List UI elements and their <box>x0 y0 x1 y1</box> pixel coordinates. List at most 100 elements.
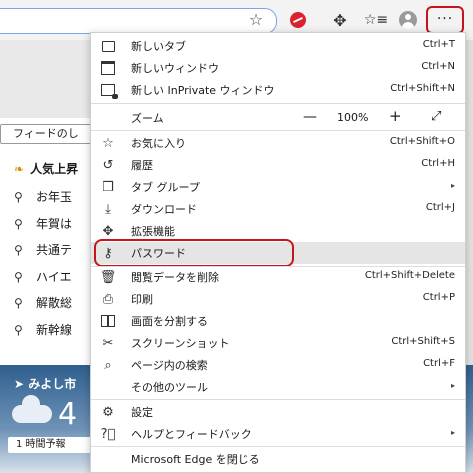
new-window-icon <box>99 59 117 77</box>
menu-item-new-window[interactable]: 新しいウィンドウ Ctrl+N <box>91 57 465 79</box>
red-shield-icon[interactable] <box>288 10 308 30</box>
menu-item-zoom: ズーム — 100% + ⤢ <box>91 105 465 129</box>
trending-search-item[interactable]: ⚲ ハイエ <box>14 268 94 295</box>
menu-item-label: 閲覧データを削除 <box>131 271 219 284</box>
menu-item-new-tab[interactable]: 新しいタブ Ctrl+T <box>91 35 465 57</box>
password-item-highlight <box>94 239 294 267</box>
settings-icon: ⚙ <box>102 404 114 420</box>
menu-item-label: 印刷 <box>131 293 153 306</box>
menu-separator <box>91 446 465 447</box>
search-icon: ⚲ <box>14 296 23 310</box>
menu-item-label: 設定 <box>131 406 153 419</box>
hourly-forecast-tab[interactable]: 1 時間予報 <box>8 437 94 453</box>
menu-item-history[interactable]: ↺ 履歴 Ctrl+H <box>91 154 465 176</box>
menu-item-screenshot[interactable]: ✂ スクリーンショット Ctrl+Shift+S <box>91 332 465 354</box>
weather-location: ➤ みよし市 <box>14 377 77 391</box>
trending-title: 人気上昇 <box>30 162 79 176</box>
menu-item-downloads[interactable]: ⤓ ダウンロード Ctrl+J <box>91 198 465 220</box>
weather-temperature: 4 <box>58 397 78 432</box>
trending-search-text: 共通テ <box>36 243 73 257</box>
menu-item-label: スクリーンショット <box>131 337 230 350</box>
menu-item-split-screen[interactable]: 画面を分割する <box>91 310 465 332</box>
new-tab-icon <box>99 37 117 55</box>
menu-item-close-edge[interactable]: Microsoft Edge を閉じる <box>91 448 465 470</box>
trending-search-item[interactable]: ⚲ 新幹線 <box>14 321 94 348</box>
tab-group-icon: ❒ <box>102 179 114 195</box>
extensions-icon: ✥ <box>102 223 114 239</box>
trending-header: ❧ 人気上昇 <box>14 160 78 177</box>
trending-search-item[interactable]: ⚲ 解散総 <box>14 294 94 321</box>
menu-item-label: ヘルプとフィードバック <box>131 428 252 441</box>
menu-item-help-feedback[interactable]: ?⃝ ヘルプとフィードバック ▸ <box>91 423 465 445</box>
more-button-highlight <box>426 6 464 34</box>
submenu-arrow-icon: ▸ <box>450 381 455 390</box>
menu-item-shortcut: Ctrl+Shift+N <box>390 83 455 94</box>
history-icon: ↺ <box>102 157 114 173</box>
menu-item-print[interactable]: ⎙ 印刷 Ctrl+P <box>91 288 465 310</box>
menu-item-favorites[interactable]: ☆ お気に入り Ctrl+Shift+O <box>91 132 465 154</box>
find-icon: ⌕ <box>104 357 112 373</box>
menu-item-label: 画面を分割する <box>131 315 208 328</box>
menu-item-label: 履歴 <box>131 159 153 172</box>
weather-location-text: みよし市 <box>28 377 77 391</box>
menu-item-label: お気に入り <box>131 137 186 150</box>
trending-search-text: 解散総 <box>36 296 73 310</box>
search-icon: ⚲ <box>14 269 23 284</box>
search-icon: ⚲ <box>14 216 23 231</box>
print-icon: ⎙ <box>102 291 114 307</box>
fullscreen-icon[interactable]: ⤢ <box>431 109 441 124</box>
trending-search-text: ハイエ <box>36 269 72 284</box>
trending-search-list: ⚲ お年玉 ⚲ 年賀は ⚲ 共通テ ⚲ ハイエ ⚲ 解散総 ⚲ 新幹線 <box>14 188 94 347</box>
menu-item-more-tools[interactable]: その他のツール ▸ <box>91 376 465 398</box>
download-icon: ⤓ <box>105 201 111 217</box>
trending-search-text: 新幹線 <box>36 322 73 337</box>
trending-search-item[interactable]: ⚲ 共通テ <box>14 241 94 268</box>
menu-item-label: Microsoft Edge を閉じる <box>131 453 260 466</box>
puzzle-icon[interactable]: ✥ <box>330 10 350 30</box>
menu-item-shortcut: Ctrl+F <box>423 358 455 369</box>
trending-icon: ❧ <box>14 162 25 176</box>
submenu-arrow-icon: ▸ <box>450 181 455 190</box>
menu-item-label: 新しいウィンドウ <box>131 62 219 75</box>
menu-item-shortcut: Ctrl+P <box>422 292 455 303</box>
menu-item-shortcut: Ctrl+T <box>422 39 455 50</box>
menu-item-label: タブ グループ <box>131 181 200 194</box>
menu-item-label: 新しいタブ <box>131 40 186 53</box>
submenu-arrow-icon: ▸ <box>450 428 455 437</box>
zoom-level: 100% <box>337 111 369 124</box>
menu-item-find-on-page[interactable]: ⌕ ページ内の検索 Ctrl+F <box>91 354 465 376</box>
help-icon: ?⃝ <box>100 426 116 442</box>
trending-search-item[interactable]: ⚲ お年玉 <box>14 188 94 215</box>
menu-item-settings[interactable]: ⚙ 設定 <box>91 401 465 423</box>
menu-separator <box>91 130 465 131</box>
menu-item-label: ダウンロード <box>131 203 197 216</box>
menu-item-label: その他のツール <box>131 381 208 394</box>
menu-item-shortcut: Ctrl+H <box>421 158 455 169</box>
trending-search-item[interactable]: ⚲ 年賀は <box>14 215 94 242</box>
trending-search-text: お年玉 <box>36 190 73 204</box>
cloud-icon <box>12 395 52 423</box>
zoom-out-button[interactable]: — <box>303 110 317 124</box>
favorites-icon: ☆ <box>102 135 114 151</box>
favorites-icon[interactable]: ☆≡ <box>364 10 388 30</box>
zoom-label: ズーム <box>131 112 164 125</box>
menu-item-clear-browsing-data[interactable]: 🗑 閲覧データを削除 Ctrl+Shift+Delete <box>91 266 465 288</box>
profile-icon[interactable] <box>398 10 418 30</box>
trending-search-text: 年賀は <box>36 216 73 231</box>
search-icon: ⚲ <box>14 190 23 204</box>
trash-icon: 🗑 <box>99 269 117 285</box>
add-favorite-star-icon[interactable]: ☆ <box>246 10 266 30</box>
menu-item-shortcut: Ctrl+Shift+Delete <box>364 270 455 281</box>
settings-and-more-menu: 新しいタブ Ctrl+T 新しいウィンドウ Ctrl+N 新しい InPriva… <box>90 32 466 473</box>
menu-item-shortcut: Ctrl+Shift+S <box>391 336 455 347</box>
menu-separator <box>91 399 465 400</box>
menu-item-shortcut: Ctrl+N <box>421 61 455 72</box>
zoom-in-button[interactable]: + <box>389 108 402 124</box>
split-screen-icon <box>99 312 117 330</box>
menu-item-inprivate-window[interactable]: 新しい InPrivate ウィンドウ Ctrl+Shift+N <box>91 79 465 101</box>
address-bar[interactable] <box>0 8 277 34</box>
menu-item-shortcut: Ctrl+Shift+O <box>389 136 455 147</box>
inprivate-icon <box>99 81 118 99</box>
menu-item-label: 拡張機能 <box>131 225 175 238</box>
menu-item-tab-group[interactable]: ❒ タブ グループ ▸ <box>91 176 465 198</box>
